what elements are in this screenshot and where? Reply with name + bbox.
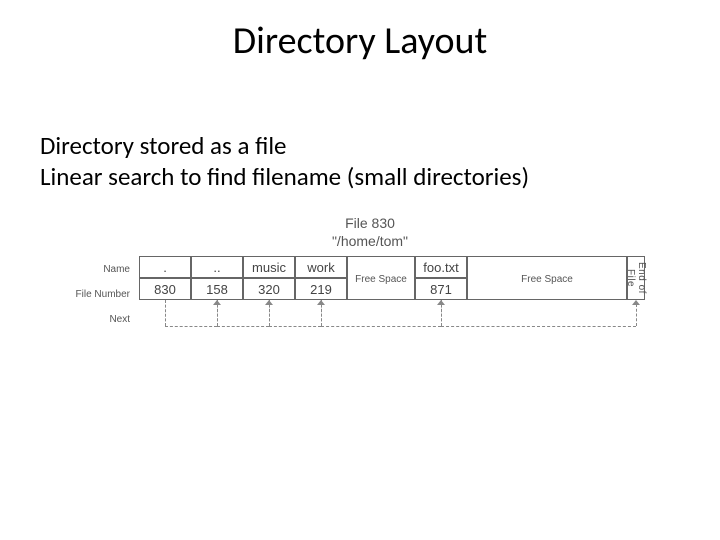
- body-line-1: Directory stored as a file: [40, 130, 680, 161]
- label-name: Name: [70, 264, 130, 275]
- entry-name: .: [139, 256, 191, 278]
- file-header: File 830 "/home/tom": [75, 214, 665, 250]
- next-pointer: [321, 326, 441, 327]
- entry-name: music: [243, 256, 295, 278]
- arrowhead-icon: [632, 300, 640, 305]
- slide-title: Directory Layout: [0, 18, 720, 64]
- entry-number: 871: [415, 278, 467, 300]
- free-space-label: Free Space: [347, 274, 415, 285]
- label-next: Next: [70, 314, 130, 325]
- slide-body: Directory stored as a file Linear search…: [40, 130, 680, 193]
- next-pointer: [441, 300, 442, 326]
- next-pointer: [217, 300, 218, 326]
- next-pointer: [217, 326, 269, 327]
- next-pointer: [441, 326, 636, 327]
- entry-number: 320: [243, 278, 295, 300]
- entry-number: 219: [295, 278, 347, 300]
- file-header-line1: File 830: [75, 214, 665, 232]
- entry-number: 158: [191, 278, 243, 300]
- entry-number: 830: [139, 278, 191, 300]
- body-line-2: Linear search to find filename (small di…: [40, 161, 680, 192]
- end-of-file: End of File: [627, 256, 645, 300]
- next-pointer: [269, 300, 270, 326]
- entry-name: work: [295, 256, 347, 278]
- entry-name: foo.txt: [415, 256, 467, 278]
- slide: Directory Layout Directory stored as a f…: [0, 0, 720, 540]
- next-pointer: [636, 304, 637, 326]
- next-pointer: [165, 326, 217, 327]
- next-pointer: [269, 326, 321, 327]
- entry-name: ..: [191, 256, 243, 278]
- label-file-number: File Number: [70, 289, 130, 300]
- next-pointer: [321, 300, 322, 326]
- free-space-label: Free Space: [467, 274, 627, 285]
- next-pointer: [165, 300, 166, 326]
- file-header-line2: "/home/tom": [75, 232, 665, 250]
